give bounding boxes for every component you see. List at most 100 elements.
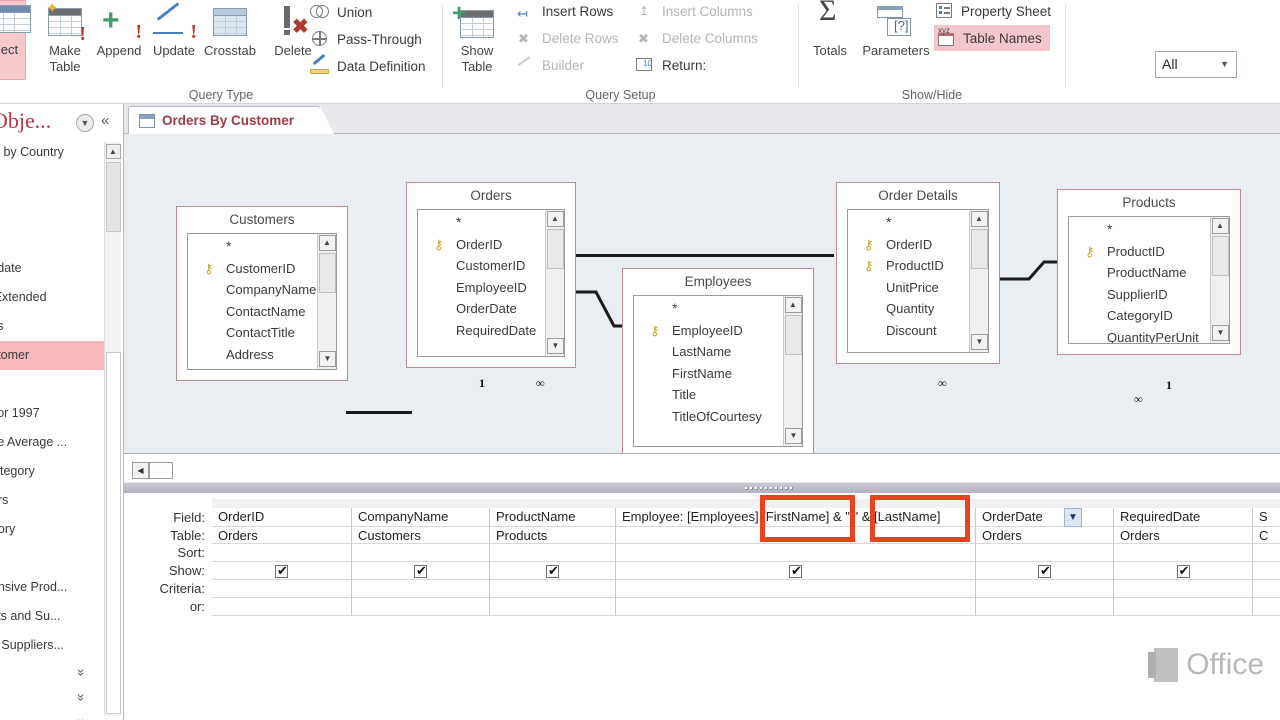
- diagram-table-scrollbar[interactable]: ▲ ▼: [317, 234, 336, 369]
- scroll-down-arrow[interactable]: ▼: [785, 428, 802, 444]
- scroll-up-arrow[interactable]: ▲: [318, 235, 336, 251]
- diagram-table-scrollbar[interactable]: ▲ ▼: [545, 210, 564, 356]
- show-checkbox[interactable]: [546, 562, 559, 579]
- query-grid-cell[interactable]: [490, 580, 616, 598]
- diagram-table-field-list[interactable]: * ⚷ CustomerID CompanyName ContactName Contac…: [187, 233, 337, 370]
- diagram-field[interactable]: CategoryID: [1069, 305, 1209, 327]
- query-grid-cell[interactable]: ProductName: [490, 508, 616, 527]
- query-grid-cell[interactable]: [352, 598, 490, 616]
- diagram-field[interactable]: QuantityPerUnit: [1069, 327, 1209, 344]
- nav-pane-item[interactable]: [0, 225, 104, 254]
- nav-pane-item[interactable]: nd Suppliers...: [0, 631, 104, 660]
- pane-splitter[interactable]: [124, 482, 1280, 493]
- nav-pane-group-chevron[interactable]: »: [0, 685, 104, 710]
- diagram-table-scrollbar[interactable]: ▲ ▼: [783, 296, 802, 446]
- scroll-up-arrow[interactable]: ▲: [546, 211, 564, 227]
- diagram-field[interactable]: FirstName: [634, 363, 782, 385]
- insert-columns-button[interactable]: ↥ Insert Columns: [635, 0, 753, 23]
- scroll-down-arrow[interactable]: ▼: [1212, 325, 1229, 341]
- query-grid-cell[interactable]: Orders: [212, 527, 352, 544]
- diagram-field[interactable]: ⚷ CustomerID: [188, 258, 316, 280]
- data-definition-button[interactable]: Data Definition: [310, 53, 426, 78]
- chevron-down-icon[interactable]: ▼: [76, 114, 94, 132]
- diagram-field[interactable]: RequiredDate: [418, 320, 544, 342]
- query-grid-cell[interactable]: [212, 544, 352, 562]
- diagram-field[interactable]: LastName: [634, 341, 782, 363]
- diagram-table[interactable]: Products * ⚷ ProductID ProductName SupplierID…: [1057, 189, 1241, 355]
- query-grid-cell[interactable]: [1114, 580, 1253, 598]
- table-names-button[interactable]: xyz Table Names: [934, 25, 1050, 51]
- delete-rows-button[interactable]: ✖ Delete Rows: [515, 26, 619, 50]
- query-grid-show-cell[interactable]: [1114, 562, 1253, 580]
- append-button[interactable]: + ! Append: [88, 2, 150, 58]
- query-grid-cell[interactable]: S: [1253, 508, 1280, 527]
- scroll-down-arrow[interactable]: ▼: [547, 338, 564, 354]
- scroll-thumb[interactable]: [319, 253, 336, 293]
- diagram-field[interactable]: ProductName: [1069, 262, 1209, 284]
- show-checkbox[interactable]: [1176, 562, 1190, 579]
- scroll-thumb[interactable]: [1212, 236, 1229, 276]
- query-grid-show-cell[interactable]: [976, 562, 1114, 580]
- nav-pane-item[interactable]: Jpdate: [0, 254, 104, 283]
- diagram-field[interactable]: SupplierID: [1069, 284, 1209, 306]
- query-grid-show-cell[interactable]: [490, 562, 616, 580]
- diagram-table-field-list[interactable]: * ⚷ ProductID ProductName SupplierID Category…: [1068, 216, 1230, 344]
- query-grid-cell[interactable]: [352, 544, 490, 562]
- query-design-grid[interactable]: Field: Table: Sort: Show: Criteria: or: Order…: [124, 493, 1280, 720]
- query-grid-show-cell[interactable]: [616, 562, 976, 580]
- diagram-field[interactable]: Title: [634, 384, 782, 406]
- scroll-up-arrow[interactable]: ▲: [105, 144, 121, 159]
- make-table-button[interactable]: ! ✦ Make Table: [34, 1, 96, 74]
- diagram-table-scrollbar[interactable]: ▲ ▼: [969, 210, 988, 352]
- diagram-field[interactable]: ⚷ OrderID: [848, 234, 968, 256]
- diagram-field[interactable]: Discount: [848, 320, 968, 342]
- diagram-field-all[interactable]: *: [634, 298, 782, 320]
- scroll-up-arrow[interactable]: ▲: [1211, 218, 1229, 234]
- nav-pane-item[interactable]: er: [0, 196, 104, 225]
- scroll-down-arrow[interactable]: ▼: [319, 351, 336, 367]
- nav-pane-item[interactable]: r: [0, 544, 104, 573]
- diagram-table-field-list[interactable]: * ⚷ EmployeeID LastName FirstName Title TitleO…: [633, 295, 803, 447]
- scroll-left-arrow[interactable]: ◀: [132, 462, 149, 479]
- select-query-button[interactable]: Select: [0, 0, 31, 80]
- diagram-field-all[interactable]: *: [188, 236, 316, 258]
- insert-rows-button[interactable]: ↤ Insert Rows: [515, 0, 613, 23]
- diagram-table[interactable]: Order Details * ⚷ OrderID ⚷ ProductID UnitPric…: [836, 182, 1000, 364]
- nav-pane-item[interactable]: les by Country: [0, 138, 104, 167]
- return-select[interactable]: All ▼: [1155, 51, 1237, 78]
- canvas-horizontal-scrollbar[interactable]: ◀: [124, 460, 1280, 482]
- double-chevron-left-icon[interactable]: «: [101, 112, 109, 129]
- nav-pane-item[interactable]: [0, 167, 104, 196]
- nav-pane-item[interactable]: ucts and Su...: [0, 602, 104, 631]
- query-grid-cell[interactable]: [1253, 598, 1280, 616]
- diagram-field[interactable]: OrderDate: [418, 298, 544, 320]
- query-grid-columns[interactable]: OrderIDOrdersCompanyNameCustomersProduct…: [212, 493, 1280, 720]
- show-checkbox[interactable]: [275, 562, 288, 579]
- field-dropdown-button[interactable]: ▼: [1064, 508, 1082, 527]
- crosstab-button[interactable]: Crosstab: [197, 2, 263, 58]
- query-grid-cell[interactable]: [212, 598, 352, 616]
- query-grid-show-cell[interactable]: [1253, 562, 1280, 580]
- query-grid-cell[interactable]: [976, 598, 1114, 616]
- totals-button[interactable]: Σ Totals: [799, 0, 861, 58]
- diagram-field[interactable]: ⚷ ProductID: [1069, 241, 1209, 263]
- query-grid-show-cell[interactable]: [212, 562, 352, 580]
- query-grid-cell[interactable]: OrderDate: [976, 508, 1114, 527]
- nav-pane-item[interactable]: tals: [0, 312, 104, 341]
- nav-pane-item[interactable]: [0, 370, 104, 399]
- scroll-thumb[interactable]: [785, 315, 802, 355]
- show-checkbox[interactable]: [1038, 562, 1051, 579]
- diagram-field[interactable]: CompanyName: [188, 279, 316, 301]
- nav-pane-item[interactable]: pensive Prod...: [0, 573, 104, 602]
- query-grid-cell[interactable]: [212, 580, 352, 598]
- show-checkbox[interactable]: [789, 562, 802, 579]
- scroll-up-arrow[interactable]: ▲: [784, 297, 802, 313]
- builder-button[interactable]: Builder: [515, 53, 584, 77]
- diagram-table-field-list[interactable]: * ⚷ OrderID ⚷ ProductID UnitPrice Quantity Disc…: [847, 209, 989, 353]
- query-grid-cell[interactable]: [1253, 544, 1280, 562]
- update-button[interactable]: ! Update: [143, 2, 205, 58]
- nav-pane-item[interactable]: ders: [0, 486, 104, 515]
- query-grid-cell[interactable]: Orders: [1114, 527, 1253, 544]
- scroll-down-arrow[interactable]: ▼: [971, 334, 988, 350]
- nav-pane-item[interactable]: ustomer: [0, 341, 104, 370]
